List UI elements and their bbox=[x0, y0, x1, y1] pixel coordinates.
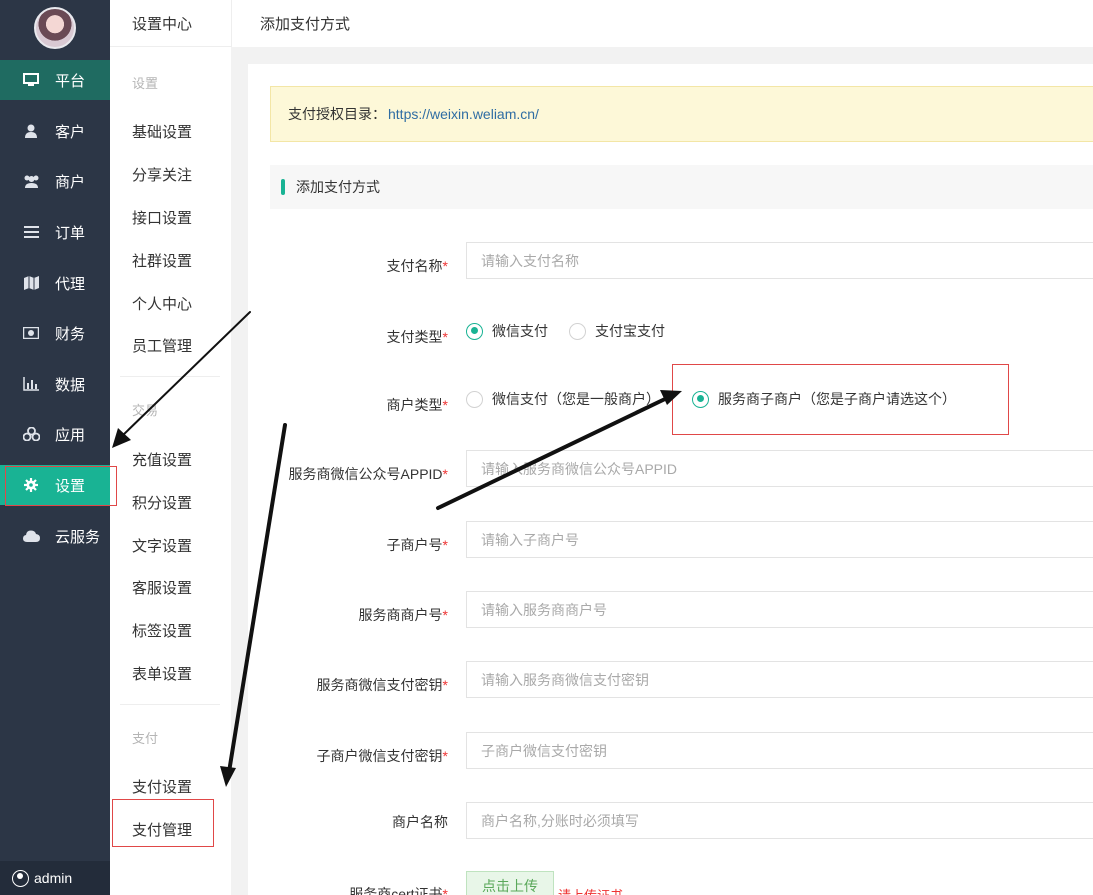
sidebar-item-label: 云服务 bbox=[55, 528, 101, 546]
user-icon bbox=[22, 123, 40, 139]
main-sidebar: 平台 客户 商户 订单 代理 财务 数据 应用 设置 云服务 admin bbox=[0, 0, 110, 895]
sidebar-item-label: 应用 bbox=[55, 426, 86, 444]
sidebar-item-finance[interactable]: 财务 bbox=[0, 313, 110, 353]
appid-input[interactable] bbox=[466, 450, 1093, 487]
appid-label: 服务商微信公众号APPID* bbox=[288, 466, 448, 482]
pay-type-wechat-radio[interactable]: 微信支付 bbox=[466, 321, 548, 341]
money-icon bbox=[22, 325, 40, 341]
sp-key-input[interactable] bbox=[466, 661, 1093, 698]
sidebar-item-label: 订单 bbox=[55, 224, 86, 242]
current-user[interactable]: admin bbox=[0, 861, 110, 895]
radio-label: 服务商子商户（您是子商户请选这个） bbox=[718, 391, 956, 407]
notice-banner: 支付授权目录： https://weixin.weliam.cn/ bbox=[270, 86, 1093, 142]
submenu-item-profile[interactable]: 个人中心 bbox=[132, 293, 192, 314]
section-title: 添加支付方式 bbox=[296, 179, 380, 195]
list-icon bbox=[22, 224, 40, 240]
sub-mch-id-label: 子商户号* bbox=[386, 537, 448, 553]
submenu-item-interface[interactable]: 接口设置 bbox=[132, 207, 192, 228]
upload-cert-tip: 请上传证书 bbox=[558, 885, 623, 895]
sidebar-item-settings[interactable]: 设置 bbox=[0, 465, 110, 505]
merchant-name-input[interactable] bbox=[466, 802, 1093, 839]
user-circle-icon bbox=[12, 869, 29, 887]
radio-label: 支付宝支付 bbox=[595, 323, 665, 339]
submenu-item-basic[interactable]: 基础设置 bbox=[132, 121, 192, 142]
merchant-type-sub-radio[interactable]: 服务商子商户（您是子商户请选这个） bbox=[692, 389, 956, 409]
users-icon bbox=[22, 173, 40, 189]
radio-unchecked-icon bbox=[466, 390, 483, 408]
section-accent-bar bbox=[281, 179, 285, 195]
sp-mch-id-input[interactable] bbox=[466, 591, 1093, 628]
page-title: 添加支付方式 bbox=[260, 16, 351, 33]
sidebar-item-label: 平台 bbox=[55, 72, 86, 90]
sidebar-item-platform[interactable]: 平台 bbox=[0, 60, 110, 100]
pay-name-input[interactable] bbox=[466, 242, 1093, 279]
page-header: 添加支付方式 bbox=[231, 0, 1093, 47]
section-header: 添加支付方式 bbox=[270, 165, 1093, 209]
submenu-item-share[interactable]: 分享关注 bbox=[132, 164, 192, 185]
submenu-item-payment-management[interactable]: 支付管理 bbox=[132, 819, 192, 840]
sp-mch-id-label: 服务商商户号* bbox=[358, 607, 448, 623]
sidebar-item-data[interactable]: 数据 bbox=[0, 364, 110, 404]
submenu-section-title: 交易 bbox=[132, 403, 159, 418]
sidebar-item-label: 商户 bbox=[55, 173, 86, 191]
pay-type-alipay-radio[interactable]: 支付宝支付 bbox=[569, 321, 665, 341]
sidebar-item-cloud[interactable]: 云服务 bbox=[0, 516, 110, 556]
submenu-item-tags[interactable]: 标签设置 bbox=[132, 620, 192, 641]
submenu-item-community[interactable]: 社群设置 bbox=[132, 250, 192, 271]
radio-checked-icon bbox=[692, 390, 709, 408]
sidebar-item-agents[interactable]: 代理 bbox=[0, 263, 110, 303]
radio-label: 微信支付（您是一般商户） bbox=[492, 391, 660, 407]
submenu-item-points[interactable]: 积分设置 bbox=[132, 492, 192, 513]
map-icon bbox=[22, 275, 40, 291]
cloud-icon bbox=[22, 528, 40, 544]
radio-unchecked-icon bbox=[569, 322, 586, 340]
upload-cert-button[interactable]: 点击上传 bbox=[466, 871, 554, 895]
merchant-type-normal-radio[interactable]: 微信支付（您是一般商户） bbox=[466, 389, 660, 409]
sidebar-item-label: 财务 bbox=[55, 325, 86, 343]
sidebar-item-label: 数据 bbox=[55, 376, 86, 394]
submenu-item-payment-settings[interactable]: 支付设置 bbox=[132, 776, 192, 797]
radio-label: 微信支付 bbox=[492, 323, 548, 339]
submenu-section-title: 支付 bbox=[132, 731, 159, 746]
notice-url[interactable]: https://weixin.weliam.cn/ bbox=[388, 106, 539, 122]
sidebar-item-label: 客户 bbox=[55, 123, 86, 141]
pay-type-label: 支付类型* bbox=[386, 329, 448, 345]
sidebar-item-label: 代理 bbox=[55, 275, 86, 293]
sub-key-input[interactable] bbox=[466, 732, 1093, 769]
sidebar-item-customers[interactable]: 客户 bbox=[0, 111, 110, 151]
submenu-divider bbox=[120, 376, 220, 377]
sp-key-label: 服务商微信支付密钥* bbox=[316, 677, 448, 693]
cert-label: 服务商cert证书* bbox=[349, 886, 448, 895]
username: admin bbox=[34, 870, 73, 886]
submenu-item-service[interactable]: 客服设置 bbox=[132, 577, 192, 598]
submenu-divider bbox=[120, 704, 220, 705]
settings-submenu: 设置中心 设置 基础设置 分享关注 接口设置 社群设置 个人中心 员工管理 交易… bbox=[110, 0, 231, 895]
submenu-title: 设置中心 bbox=[110, 0, 231, 47]
merchant-type-label: 商户类型* bbox=[386, 397, 448, 413]
sidebar-item-merchants[interactable]: 商户 bbox=[0, 161, 110, 201]
submenu-item-recharge[interactable]: 充值设置 bbox=[132, 449, 192, 470]
sidebar-item-orders[interactable]: 订单 bbox=[0, 212, 110, 252]
cubes-icon bbox=[22, 426, 40, 442]
submenu-item-text[interactable]: 文字设置 bbox=[132, 535, 192, 556]
pay-name-label: 支付名称* bbox=[386, 258, 448, 274]
submenu-item-forms[interactable]: 表单设置 bbox=[132, 663, 192, 684]
gear-icon bbox=[22, 477, 40, 493]
monitor-icon bbox=[22, 72, 40, 88]
avatar[interactable] bbox=[34, 7, 76, 49]
radio-checked-icon bbox=[466, 322, 483, 340]
sub-key-label: 子商户微信支付密钥* bbox=[316, 748, 448, 764]
bar-chart-icon bbox=[22, 376, 40, 392]
sidebar-item-label: 设置 bbox=[55, 477, 86, 495]
merchant-name-label: 商户名称 bbox=[392, 814, 448, 830]
sidebar-item-apps[interactable]: 应用 bbox=[0, 414, 110, 454]
submenu-item-staff[interactable]: 员工管理 bbox=[132, 335, 192, 356]
sub-mch-id-input[interactable] bbox=[466, 521, 1093, 558]
submenu-section-title: 设置 bbox=[132, 76, 159, 91]
notice-label: 支付授权目录： bbox=[288, 106, 386, 122]
